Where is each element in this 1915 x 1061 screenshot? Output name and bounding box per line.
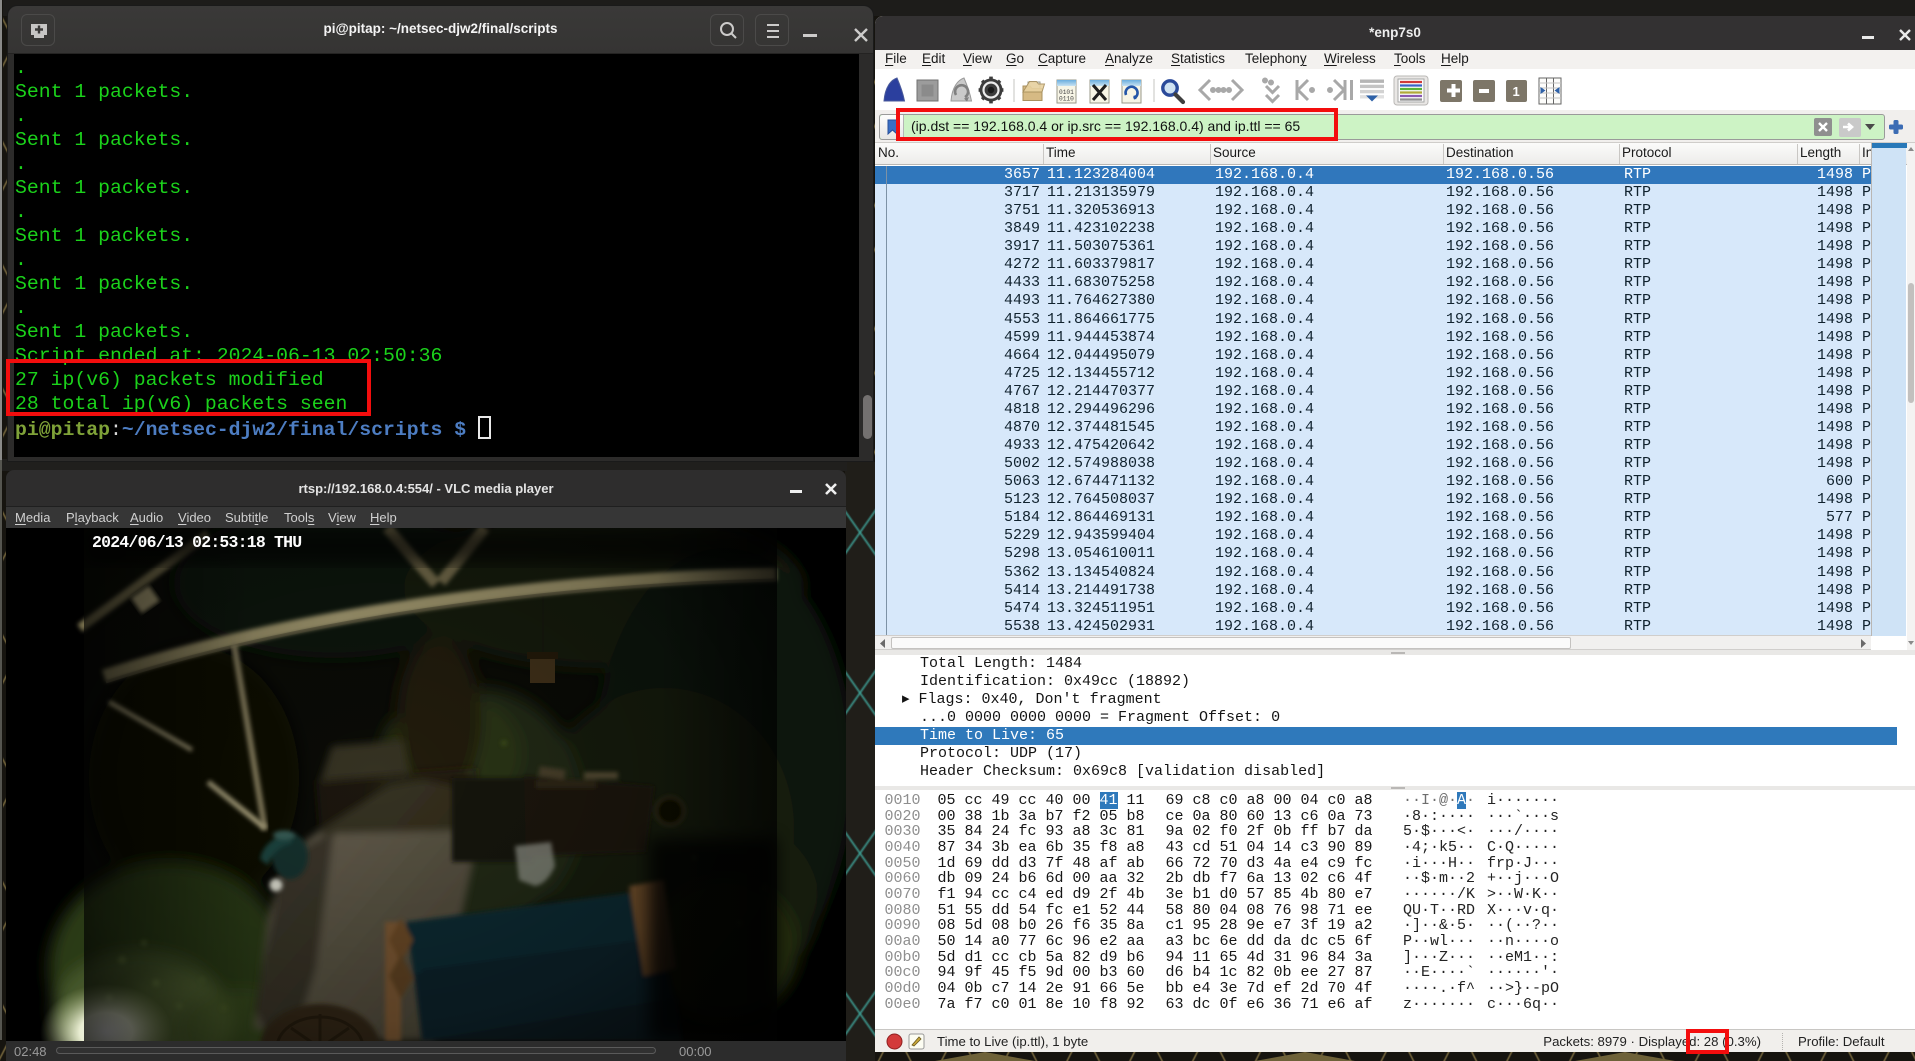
svg-text:0110: 0110 — [1059, 96, 1074, 103]
svg-text:2024/06/13 02:53:18 THU: 2024/06/13 02:53:18 THU — [92, 533, 301, 552]
svg-text:1: 1 — [1513, 84, 1520, 99]
